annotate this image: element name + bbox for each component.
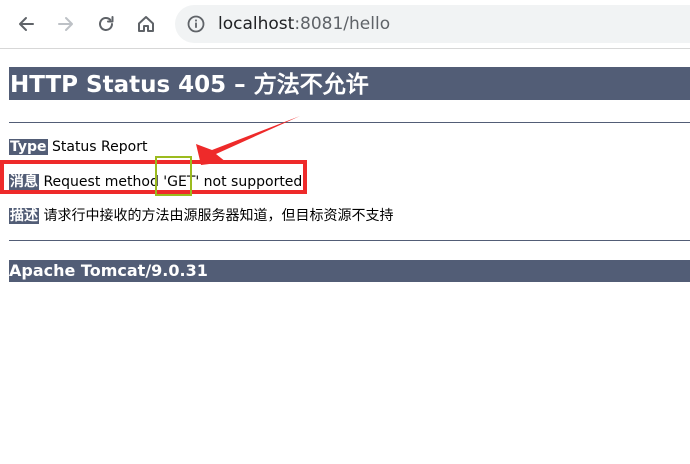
browser-toolbar: localhost:8081/hello [0, 0, 690, 49]
address-bar[interactable]: localhost:8081/hello [175, 5, 690, 43]
description-row: 描述 请求行中接收的方法由源服务器知道，但目标资源不支持 [9, 207, 393, 225]
type-label: Type [9, 139, 48, 155]
description-value: 请求行中接收的方法由源服务器知道，但目标资源不支持 [43, 208, 394, 224]
type-value: Status Report [51, 139, 148, 155]
page-content: HTTP Status 405 – 方法不允许 Type Status Repo… [0, 48, 690, 464]
url-path: :8081/hello [294, 14, 391, 34]
home-icon [138, 16, 154, 32]
page-title: HTTP Status 405 – 方法不允许 [9, 67, 690, 100]
server-info: Apache Tomcat/9.0.31 [9, 260, 690, 282]
home-button[interactable] [131, 9, 161, 39]
type-row: Type Status Report [9, 138, 147, 156]
highlight-box [0, 160, 307, 194]
description-label: 描述 [9, 208, 39, 224]
back-button[interactable] [11, 9, 41, 39]
divider [9, 240, 690, 241]
url-text[interactable]: localhost:8081/hello [218, 13, 390, 35]
forward-button[interactable] [51, 9, 81, 39]
reload-button[interactable] [91, 9, 121, 39]
back-icon [19, 17, 34, 31]
reload-icon [99, 16, 114, 31]
divider [9, 122, 690, 123]
method-marker-box [155, 156, 192, 196]
site-info-icon[interactable] [187, 15, 205, 33]
url-host: localhost [218, 14, 295, 34]
forward-icon [58, 17, 73, 31]
